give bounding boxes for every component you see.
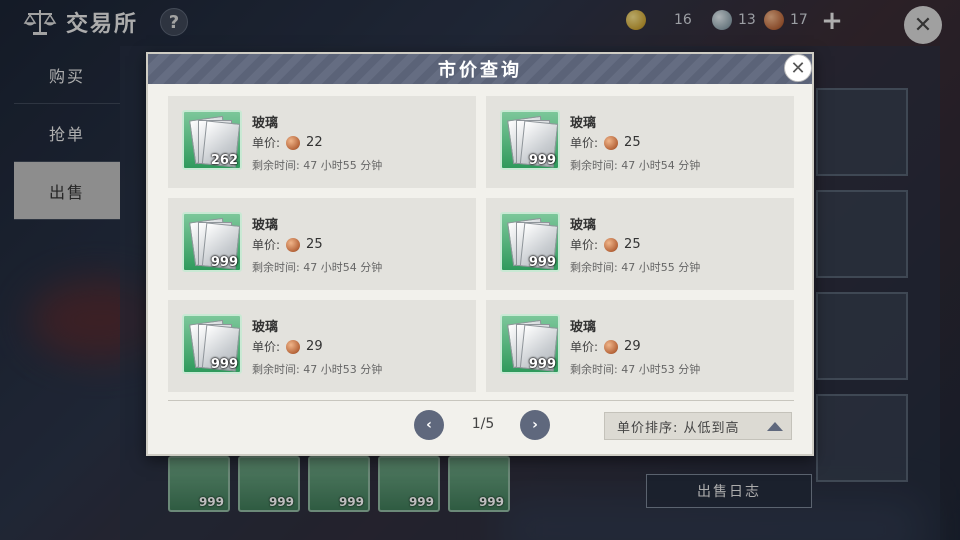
- price-label: 单价:: [252, 136, 281, 150]
- market-price-dialog: 市价查询 ✕ 262 玻璃 单价: 22 剩余时间: 47 小时55 分钟 99…: [146, 52, 814, 456]
- price-label: 单价:: [252, 340, 281, 354]
- close-dialog-button[interactable]: ✕: [784, 54, 812, 82]
- price-label: 单价:: [570, 238, 599, 252]
- glass-item-icon: 999: [182, 314, 242, 374]
- item-name: 玻璃: [252, 320, 279, 335]
- item-quantity: 999: [528, 357, 556, 372]
- price-row: 单价: 29: [252, 338, 323, 355]
- price-label: 单价:: [252, 238, 281, 252]
- previous-page-button[interactable]: ‹: [414, 410, 444, 440]
- item-quantity: 999: [528, 255, 556, 270]
- price-value: 25: [624, 237, 641, 252]
- price-value: 22: [306, 135, 323, 150]
- next-page-button[interactable]: ›: [520, 410, 550, 440]
- item-quantity: 262: [210, 153, 238, 168]
- price-value: 29: [624, 339, 641, 354]
- remaining-time: 剩余时间: 47 小时54 分钟: [570, 159, 701, 172]
- remaining-time: 剩余时间: 47 小时53 分钟: [252, 363, 383, 376]
- copper-coin-icon: [286, 339, 301, 354]
- chevron-up-icon: [767, 422, 783, 431]
- listing-card[interactable]: 999 玻璃 单价: 29 剩余时间: 47 小时53 分钟: [486, 300, 794, 392]
- price-row: 单价: 29: [570, 338, 641, 355]
- dialog-header: 市价查询: [148, 54, 812, 84]
- page-indicator: 1/5: [471, 416, 495, 432]
- copper-coin-icon: [286, 135, 301, 150]
- item-name: 玻璃: [252, 218, 279, 233]
- glass-item-icon: 999: [500, 314, 560, 374]
- copper-coin-icon: [604, 135, 619, 150]
- remaining-time: 剩余时间: 47 小时54 分钟: [252, 261, 383, 274]
- item-quantity: 999: [210, 357, 238, 372]
- price-row: 单价: 25: [570, 236, 641, 253]
- price-value: 25: [306, 237, 323, 252]
- sort-label: 单价排序: 从低到高: [617, 420, 740, 436]
- price-row: 单价: 25: [252, 236, 323, 253]
- price-row: 单价: 22: [252, 134, 323, 151]
- divider: [168, 400, 794, 401]
- listing-card[interactable]: 999 玻璃 单价: 25 剩余时间: 47 小时55 分钟: [486, 198, 794, 290]
- copper-coin-icon: [286, 237, 301, 252]
- item-quantity: 999: [210, 255, 238, 270]
- copper-coin-icon: [604, 237, 619, 252]
- remaining-time: 剩余时间: 47 小时55 分钟: [570, 261, 701, 274]
- price-value: 25: [624, 135, 641, 150]
- remaining-time: 剩余时间: 47 小时53 分钟: [570, 363, 701, 376]
- copper-coin-icon: [604, 339, 619, 354]
- glass-item-icon: 262: [182, 110, 242, 170]
- sort-dropdown[interactable]: 单价排序: 从低到高: [604, 412, 792, 440]
- item-name: 玻璃: [570, 218, 597, 233]
- price-label: 单价:: [570, 340, 599, 354]
- listing-card[interactable]: 999 玻璃 单价: 25 剩余时间: 47 小时54 分钟: [168, 198, 476, 290]
- dialog-title: 市价查询: [438, 60, 522, 81]
- listing-card[interactable]: 262 玻璃 单价: 22 剩余时间: 47 小时55 分钟: [168, 96, 476, 188]
- item-name: 玻璃: [570, 116, 597, 131]
- glass-item-icon: 999: [500, 212, 560, 272]
- price-value: 29: [306, 339, 323, 354]
- item-name: 玻璃: [570, 320, 597, 335]
- glass-item-icon: 999: [182, 212, 242, 272]
- item-quantity: 999: [528, 153, 556, 168]
- listing-card[interactable]: 999 玻璃 单价: 25 剩余时间: 47 小时54 分钟: [486, 96, 794, 188]
- remaining-time: 剩余时间: 47 小时55 分钟: [252, 159, 383, 172]
- listing-card[interactable]: 999 玻璃 单价: 29 剩余时间: 47 小时53 分钟: [168, 300, 476, 392]
- price-row: 单价: 25: [570, 134, 641, 151]
- item-name: 玻璃: [252, 116, 279, 131]
- price-label: 单价:: [570, 136, 599, 150]
- glass-item-icon: 999: [500, 110, 560, 170]
